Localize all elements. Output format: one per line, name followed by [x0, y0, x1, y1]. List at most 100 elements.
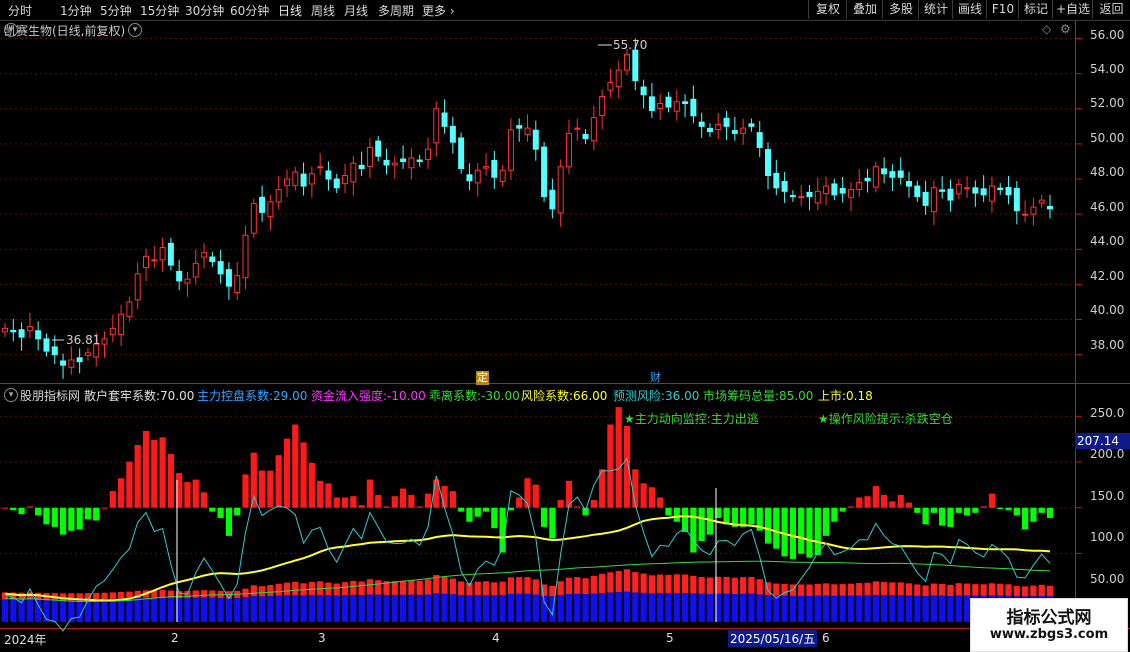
candle-body [184, 278, 191, 284]
period-tab-1min[interactable]: 1分钟 [60, 2, 92, 19]
indicator-name: 股朋指标网 [20, 389, 81, 403]
holding-bar-blue [449, 594, 456, 622]
candle-body [682, 101, 689, 105]
holding-bar-blue [118, 599, 125, 622]
candle-body [292, 171, 299, 186]
holding-bar-blue [922, 596, 929, 622]
period-tab-more[interactable]: 更多 › [422, 2, 455, 19]
holding-bar-red [731, 577, 738, 595]
diamond-icon[interactable]: ◇ [1042, 22, 1051, 36]
period-tab-fenshi[interactable]: 分时 [8, 2, 32, 19]
holding-bar-blue [690, 593, 697, 622]
momentum-bar [59, 507, 67, 535]
momentum-bar [798, 507, 805, 554]
add-watchlist-button[interactable]: +自选 [1052, 0, 1093, 19]
candle-body [748, 123, 755, 127]
draw-line-button[interactable]: 画线 [952, 0, 987, 19]
momentum-bar [358, 505, 365, 508]
holding-bar-blue [433, 593, 440, 622]
momentum-bar [292, 424, 299, 508]
holding-bar-blue [474, 595, 481, 622]
candle-body [159, 247, 166, 261]
chart-canvas[interactable] [0, 0, 1130, 650]
period-tab-monthly[interactable]: 月线 [344, 2, 368, 19]
f10-button[interactable]: F10 [986, 0, 1019, 19]
momentum-bar [1022, 507, 1029, 530]
gear-icon[interactable]: ⚙ [1060, 22, 1071, 36]
momentum-bar [930, 507, 937, 513]
holding-bar-blue [516, 593, 523, 622]
momentum-bar [375, 494, 382, 508]
period-tab-30min[interactable]: 30分钟 [185, 2, 224, 19]
holding-bar-red [516, 577, 523, 594]
holding-bar-blue [706, 594, 714, 622]
momentum-bar [366, 479, 374, 508]
momentum-bar [648, 487, 656, 508]
holding-bar-red [831, 584, 838, 596]
candle-body [109, 327, 116, 336]
momentum-bar [93, 507, 100, 521]
momentum-bar [474, 507, 481, 517]
overlay-button[interactable]: 叠加 [846, 0, 883, 19]
event-marker-cai[interactable]: 财 [649, 371, 662, 385]
holding-bar-blue [151, 597, 158, 622]
chevron-right-icon: › [446, 4, 455, 18]
period-tab-weekly[interactable]: 周线 [311, 2, 335, 19]
period-tab-5min[interactable]: 5分钟 [100, 2, 132, 19]
time-axis-feb: 2 [171, 631, 179, 645]
indicator-field-value: 66.00 [573, 389, 608, 403]
candle-body [541, 146, 548, 198]
momentum-bar [341, 497, 349, 508]
holding-bar-blue [142, 597, 150, 622]
holding-bar-red [665, 574, 672, 594]
holding-bar-red [101, 592, 108, 601]
holding-bar-blue [325, 595, 332, 622]
momentum-bar [963, 507, 971, 516]
indicator-collapse-icon[interactable]: ▾ [4, 388, 18, 402]
mark-button[interactable]: 标记 [1018, 0, 1053, 19]
holding-bar-blue [773, 595, 780, 622]
momentum-bar [897, 494, 904, 508]
momentum-bar [192, 479, 199, 508]
indicator-tick-label: 200.0 [1090, 447, 1125, 461]
candle-body [358, 164, 365, 169]
holding-bar-red [1022, 586, 1029, 597]
holding-bar-red [375, 580, 382, 595]
holding-bar-red [839, 584, 846, 596]
statistics-button[interactable]: 统计 [918, 0, 953, 19]
holding-bar-blue [184, 598, 191, 622]
holding-bar-red [947, 584, 954, 596]
price-tick-label: 54.00 [1090, 62, 1125, 76]
back-button[interactable]: 返回 [1092, 0, 1130, 19]
candle-body [466, 174, 473, 182]
holding-bar-blue [200, 597, 208, 622]
holding-bar-red [690, 575, 697, 594]
holding-bar-blue [491, 595, 498, 622]
period-tab-15min[interactable]: 15分钟 [140, 2, 179, 19]
candle-body [176, 270, 183, 282]
candle-body [881, 168, 888, 175]
holding-bar-red [200, 590, 208, 598]
candle-body [690, 98, 697, 117]
candle-body [308, 173, 315, 185]
momentum-bar [789, 507, 797, 559]
holding-bar-red [574, 577, 581, 594]
holding-bar-blue [905, 595, 913, 622]
momentum-bar [632, 469, 639, 508]
event-marker-ding[interactable]: 定 [476, 371, 489, 385]
candle-body [142, 255, 149, 269]
candle-body [615, 69, 622, 88]
holding-bar-blue [955, 595, 962, 622]
holding-bar-red [491, 582, 498, 596]
holding-bar-red [773, 583, 780, 596]
candle-body [839, 188, 846, 194]
period-tab-daily[interactable]: 日线 [278, 2, 302, 19]
restore-rights-button[interactable]: 复权 [808, 0, 847, 19]
period-tab-multi[interactable]: 多周期 [378, 2, 414, 19]
multi-stock-button[interactable]: 多股 [882, 0, 919, 19]
momentum-bar [250, 452, 257, 508]
dropdown-icon[interactable]: ▾ [128, 23, 142, 37]
period-tab-60min[interactable]: 60分钟 [230, 2, 269, 19]
candle-body [574, 127, 581, 130]
holding-bar-red [333, 583, 340, 596]
